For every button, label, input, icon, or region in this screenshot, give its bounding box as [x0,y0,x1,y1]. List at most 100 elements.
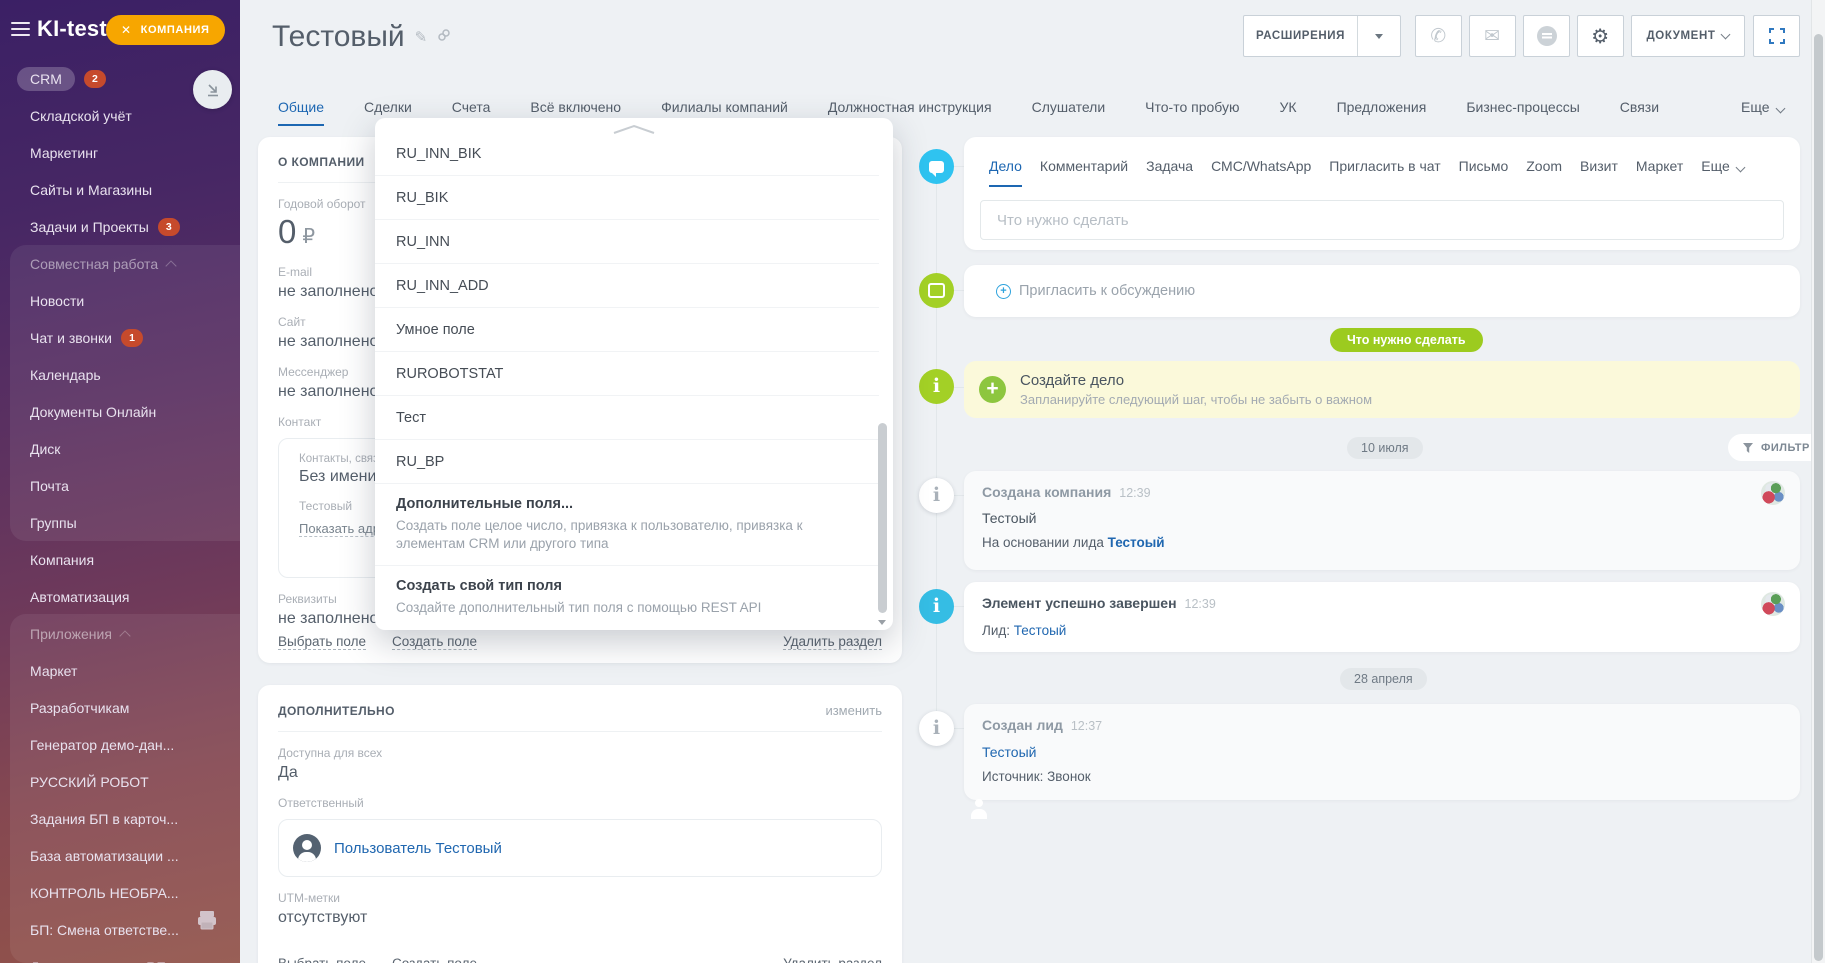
company-badge[interactable]: ✕ КОМПАНИЯ [106,15,225,45]
custom-field-type-option[interactable]: Создать свой тип поля Создайте дополните… [375,566,879,629]
activity-tab-task[interactable]: Задача [1146,158,1193,187]
tabs-more-button[interactable]: Еще [1741,99,1785,115]
activity-tab-comment[interactable]: Комментарий [1040,158,1128,187]
document-button[interactable]: ДОКУМЕНТ [1631,15,1745,57]
edit-section-link[interactable]: изменить [825,703,882,718]
sidebar-item-company[interactable]: Компания [0,541,240,578]
invite-discussion-card[interactable]: + Пригласить к обсуждению [964,265,1800,317]
create-field-link[interactable]: Создать поле [392,634,478,650]
activity-tab-letter[interactable]: Письмо [1459,158,1509,187]
tab-general[interactable]: Общие [278,99,325,126]
tab-offers[interactable]: Предложения [1337,99,1427,126]
sidebar-item-developers[interactable]: Разработчикам [0,689,240,726]
activity-tab-more[interactable]: Еще [1701,158,1746,187]
chat-button[interactable] [1523,15,1570,57]
tab-trying[interactable]: Что-то пробую [1145,99,1239,126]
activity-tab-market[interactable]: Маркет [1636,158,1683,187]
fullscreen-button[interactable] [1753,15,1800,57]
lead-link[interactable]: Тестоый [982,744,1036,760]
sidebar-item-bp-tasks[interactable]: Задания БП в карточ... [0,800,240,837]
tab-uk[interactable]: УК [1280,99,1297,126]
sidebar-item-automation[interactable]: Автоматизация [0,578,240,615]
sidebar-item-docs-online[interactable]: Документы Онлайн [0,393,240,430]
responsible-user-link[interactable]: Пользователь Тестовый [334,840,502,857]
page-scrollbar[interactable] [1811,0,1825,963]
scroll-down-icon[interactable] [878,620,886,625]
popup-scrollbar-thumb[interactable] [878,423,887,613]
field-type-option[interactable]: RU_INN [375,220,879,264]
sidebar-item-demo-generator[interactable]: Генератор демо-дан... [0,726,240,763]
sidebar-item-tasks[interactable]: Задачи и Проекты 3 [0,208,240,245]
create-field-link[interactable]: Создать поле [392,956,477,963]
print-icon[interactable] [195,908,219,932]
create-task-hint-card[interactable]: + Создайте дело Запланируйте следующий ш… [964,361,1800,418]
activity-tab-invite-chat[interactable]: Пригласить в чат [1329,158,1440,187]
call-button[interactable]: ✆ [1415,15,1462,57]
edit-pencil-icon[interactable]: ✎ [415,28,428,46]
todo-hint-pill: Что нужно сделать [1330,328,1483,352]
field-type-option[interactable]: RU_BP [375,440,879,484]
field-type-option[interactable]: RU_BIK [375,176,879,220]
scrollbar-thumb[interactable] [1814,34,1823,961]
extensions-dropdown-arrow[interactable] [1358,33,1400,39]
entry-title: Создана компания [982,484,1112,500]
select-field-link[interactable]: Выбрать поле [278,634,367,650]
email-button[interactable]: ✉ [1469,15,1516,57]
hamburger-menu-icon[interactable] [11,22,30,40]
sidebar-item-market[interactable]: Маркет [0,652,240,689]
sidebar-item-chat[interactable]: Чат и звонки 1 [0,319,240,356]
sidebar-item-rest-docs[interactable]: Документация по RE... [0,948,240,963]
activity-tab-zoom[interactable]: Zoom [1526,158,1562,187]
sidebar-item-marketing[interactable]: Маркетинг [0,134,240,171]
sidebar-section-collab[interactable]: Совместная работа [0,245,240,282]
card-links-row: Выбрать поле Создать поле Удалить раздел [278,956,882,963]
available-for-all-value[interactable]: Да [278,764,882,782]
utm-value[interactable]: отсутствуют [278,909,882,927]
delete-section-link[interactable]: Удалить раздел [783,956,882,963]
sidebar-collapse-button[interactable] [193,70,232,109]
tab-listeners[interactable]: Слушатели [1032,99,1106,126]
sidebar-item-groups[interactable]: Группы [0,504,240,541]
additional-fields-option[interactable]: Дополнительные поля... Создать поле цело… [375,484,879,566]
avatar [293,834,321,862]
sidebar-item-disk[interactable]: Диск [0,430,240,467]
lead-link[interactable]: Тестоый [1108,535,1165,550]
timeline-entry-company-created[interactable]: Создана компания 12:39 Тестоый На основан… [964,471,1800,570]
sidebar-item-calendar[interactable]: Календарь [0,356,240,393]
entry-title: Элемент успешно завершен [982,595,1177,611]
chevron-up-icon [119,629,131,642]
field-type-option[interactable]: Тест [375,396,879,440]
select-field-link[interactable]: Выбрать поле [278,956,366,963]
activity-tab-deal[interactable]: Дело [989,158,1022,187]
delete-section-link[interactable]: Удалить раздел [783,634,882,650]
activity-tab-visit[interactable]: Визит [1580,158,1618,187]
plus-icon[interactable]: + [979,376,1006,403]
sidebar-item-automation-base[interactable]: База автоматизации ... [0,837,240,874]
entry-time: 12:39 [1119,486,1151,500]
field-label: Доступна для всех [278,746,383,760]
field-type-option[interactable]: RU_INN_ADD [375,264,879,308]
copy-link-icon[interactable] [437,28,451,46]
extensions-button[interactable]: РАСШИРЕНИЯ [1243,15,1401,57]
timeline-entry-element-completed[interactable]: Элемент успешно завершен 12:39 Лид: Тесто… [964,582,1800,652]
field-type-option[interactable]: RUROBOTSTAT [375,352,879,396]
sidebar-item-russian-robot[interactable]: РУССКИЙ РОБОТ [0,763,240,800]
responsible-card[interactable]: Пользователь Тестовый [278,819,882,877]
sidebar-section-apps[interactable]: Приложения [0,615,240,652]
close-icon[interactable]: ✕ [121,23,132,37]
settings-button[interactable]: ⚙ [1577,15,1624,57]
sidebar-item-mail[interactable]: Почта [0,467,240,504]
lead-link[interactable]: Тестоый [1014,623,1067,638]
timeline-entry-lead-created[interactable]: Создан лид 12:37 Тестоый Источник: Звонок [964,704,1800,800]
scroll-up-icon[interactable] [612,122,656,140]
activity-tab-sms[interactable]: СМС/WhatsApp [1211,158,1311,187]
field-type-option[interactable]: Умное поле [375,308,879,352]
sidebar-item-news[interactable]: Новости [0,282,240,319]
envelope-icon: ✉ [1484,25,1501,47]
sidebar-item-control[interactable]: КОНТРОЛЬ НЕОБРА... [0,874,240,911]
tab-business-processes[interactable]: Бизнес-процессы [1466,99,1579,126]
filter-button[interactable]: ФИЛЬТР [1728,434,1824,461]
todo-input[interactable] [980,200,1784,240]
tab-links[interactable]: Связи [1620,99,1659,126]
sidebar-item-sites[interactable]: Сайты и Магазины [0,171,240,208]
